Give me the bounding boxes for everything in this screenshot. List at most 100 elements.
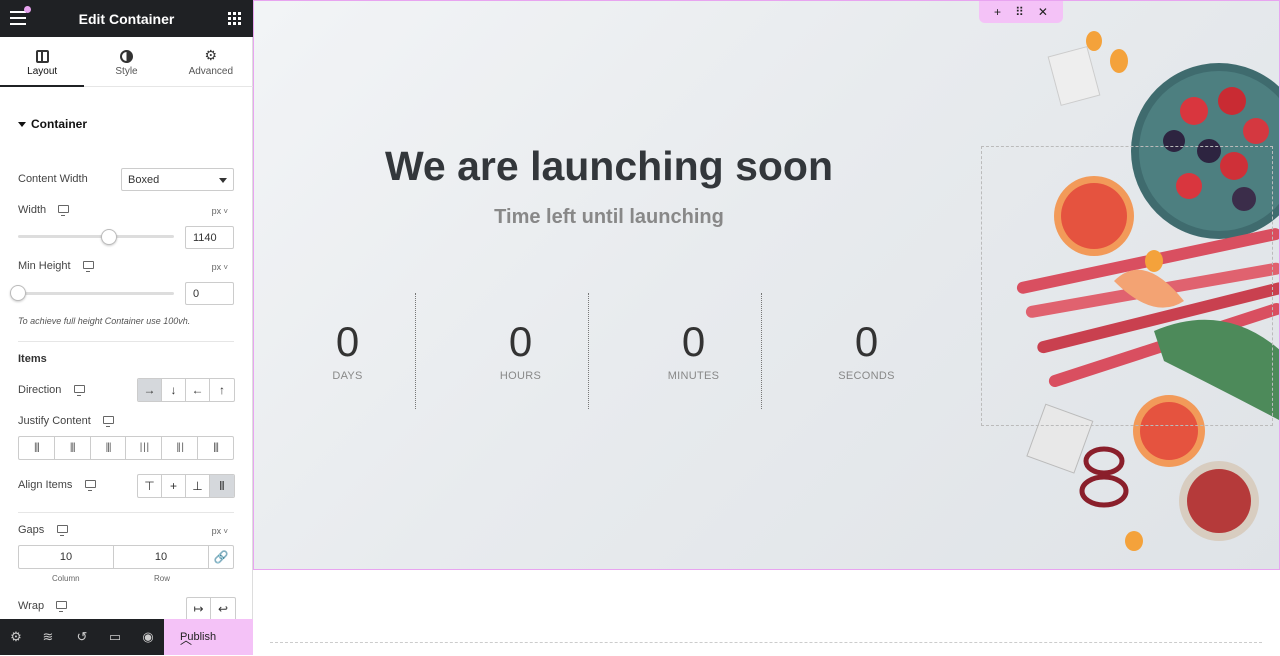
desktop-icon[interactable] (73, 385, 85, 396)
link-icon[interactable]: 🔗 (209, 546, 233, 568)
publish-button[interactable]: Publish ︿ (164, 619, 253, 655)
justify-content-control: ||| ||| ||| | | | || | ||| (18, 436, 234, 460)
justify-content-label: Justify Content (18, 415, 114, 427)
justify-space-around-button[interactable]: || | (162, 437, 199, 459)
divider (18, 341, 234, 342)
editor-panel: Edit Container Layout Style ⚙ Advanced C… (0, 0, 253, 655)
container-handle[interactable]: + ⠿ ✕ (979, 1, 1063, 23)
desktop-icon[interactable] (58, 205, 70, 216)
selected-element-outline (981, 146, 1273, 426)
countdown-label: DAYS (332, 370, 363, 382)
countdown-seconds[interactable]: 0 SECONDS (780, 293, 953, 409)
align-items-control: ⊤ + ⊥ Ⅱ (137, 474, 235, 498)
panel-header: Edit Container (0, 0, 253, 37)
direction-row-button[interactable]: → (138, 379, 162, 401)
chevron-up-icon[interactable]: ︿ (180, 631, 245, 648)
countdown-minutes[interactable]: 0 MINUTES (607, 293, 780, 409)
width-input[interactable]: 1140 (185, 226, 234, 249)
layers-icon[interactable]: ≋ (40, 629, 56, 645)
gap-column-input[interactable]: 10 (19, 546, 114, 568)
align-center-button[interactable]: + (162, 475, 186, 497)
nowrap-button[interactable]: ↦ (187, 598, 211, 620)
hero-container[interactable]: We are launching soon Time left until la… (253, 0, 1280, 570)
countdown-separator (415, 293, 416, 409)
responsive-icon[interactable]: ▭ (107, 629, 123, 645)
gear-icon: ⚙ (204, 47, 218, 63)
settings-icon[interactable]: ⚙ (8, 629, 24, 645)
desktop-icon[interactable] (56, 601, 68, 612)
tab-style[interactable]: Style (84, 37, 168, 86)
countdown-separator (761, 293, 762, 409)
hero-headline[interactable]: We are launching soon (254, 143, 964, 190)
tab-advanced[interactable]: ⚙ Advanced (169, 37, 253, 86)
countdown-label: HOURS (499, 370, 542, 382)
desktop-icon[interactable] (82, 261, 94, 272)
close-icon[interactable]: ✕ (1038, 5, 1048, 19)
width-label: Width (18, 204, 70, 216)
direction-control: → ↓ ← ↑ (137, 378, 235, 402)
gaps-control: 10 10 🔗 (18, 545, 234, 569)
tab-style-label: Style (115, 66, 138, 77)
justify-center-button[interactable]: ||| (55, 437, 91, 459)
justify-space-evenly-button[interactable]: ||| (198, 437, 233, 459)
countdown-label: SECONDS (838, 370, 895, 382)
width-unit-select[interactable]: px (212, 206, 228, 216)
countdown-value: 0 (335, 318, 360, 365)
wrap-label: Wrap (18, 600, 68, 612)
direction-label: Direction (18, 384, 85, 396)
style-icon (119, 49, 133, 63)
gap-row-caption: Row (154, 574, 171, 583)
align-start-button[interactable]: ⊤ (138, 475, 162, 497)
min-height-slider-handle[interactable] (10, 285, 26, 301)
tab-advanced-label: Advanced (188, 66, 234, 77)
gaps-label: Gaps (18, 524, 68, 536)
min-height-note: To achieve full height Container use 100… (18, 316, 191, 326)
panel-title: Edit Container (78, 11, 175, 27)
min-height-input[interactable]: 0 (185, 282, 234, 305)
tab-layout-label: Layout (27, 66, 58, 77)
content-width-label: Content Width (18, 173, 88, 185)
desktop-icon[interactable] (84, 480, 96, 491)
widgets-grid-icon[interactable] (228, 12, 241, 25)
align-items-label: Align Items (18, 479, 96, 491)
content-width-value: Boxed (128, 174, 160, 186)
gap-row-input[interactable]: 10 (114, 546, 209, 568)
justify-start-button[interactable]: ||| (19, 437, 55, 459)
layout-icon (35, 49, 49, 63)
items-heading: Items (18, 353, 47, 365)
countdown-label: MINUTES (667, 370, 720, 382)
width-slider-handle[interactable] (101, 229, 117, 245)
align-end-button[interactable]: ⊥ (186, 475, 210, 497)
direction-column-button[interactable]: ↓ (162, 379, 186, 401)
wrap-control: ↦ ↩ (186, 597, 236, 621)
preview-eye-icon[interactable]: ◉ (140, 629, 156, 645)
tab-layout[interactable]: Layout (0, 37, 85, 87)
countdown-separator (588, 293, 589, 409)
hero-subline[interactable]: Time left until launching (254, 206, 964, 229)
content-width-select[interactable]: Boxed (121, 168, 234, 191)
countdown-value: 0 (681, 318, 706, 365)
wrap-button[interactable]: ↩ (211, 598, 235, 620)
section-container-toggle[interactable]: Container (18, 117, 87, 131)
align-stretch-button[interactable]: Ⅱ (210, 475, 234, 497)
min-height-unit-select[interactable]: px (212, 262, 228, 272)
history-icon[interactable]: ↺ (74, 629, 90, 645)
justify-space-between-button[interactable]: | | | (126, 437, 163, 459)
direction-row-reverse-button[interactable]: ← (186, 379, 210, 401)
add-icon[interactable]: + (994, 5, 1001, 19)
drag-handle-icon[interactable]: ⠿ (1015, 5, 1024, 19)
countdown-value: 0 (508, 318, 533, 365)
desktop-icon[interactable] (56, 525, 68, 536)
countdown-hours[interactable]: 0 HOURS (434, 293, 607, 409)
empty-container-outline[interactable] (270, 642, 1262, 656)
justify-end-button[interactable]: ||| (91, 437, 127, 459)
gaps-unit-select[interactable]: px (212, 526, 228, 536)
width-slider-track[interactable] (18, 235, 174, 238)
panel-tabs: Layout Style ⚙ Advanced (0, 37, 253, 87)
countdown-days[interactable]: 0 DAYS (261, 293, 434, 409)
min-height-label: Min Height (18, 260, 94, 272)
desktop-icon[interactable] (103, 416, 114, 427)
direction-column-reverse-button[interactable]: ↑ (210, 379, 234, 401)
min-height-slider-track[interactable] (18, 292, 174, 295)
divider (18, 512, 234, 513)
